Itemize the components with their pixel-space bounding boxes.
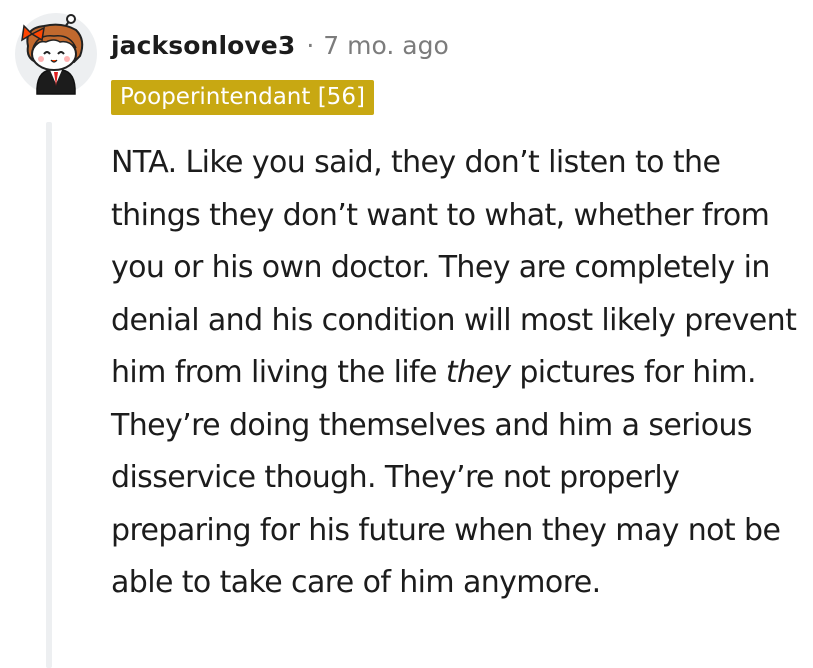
username-link[interactable]: jacksonlove3 — [111, 31, 295, 60]
user-flair: Pooperintendant [56] — [111, 80, 374, 115]
user-avatar[interactable] — [14, 12, 98, 96]
snoo-avatar-icon — [15, 13, 97, 95]
comment-body: NTA. Like you said, they don’t listen to… — [111, 137, 811, 610]
comment-meta: jacksonlove3 · 7 mo. ago — [111, 28, 449, 62]
timestamp-link[interactable]: 7 mo. ago — [323, 31, 448, 60]
comment-body-text-continued: pictures for him. They’re doing themselv… — [111, 355, 781, 600]
comment: jacksonlove3 · 7 mo. ago Pooperintendant… — [0, 0, 813, 668]
comment-body-text: NTA. Like you said, they don’t listen to… — [111, 145, 797, 390]
thread-line[interactable] — [46, 122, 52, 668]
comment-body-emphasis: they — [445, 355, 511, 390]
meta-separator: · — [306, 30, 315, 60]
